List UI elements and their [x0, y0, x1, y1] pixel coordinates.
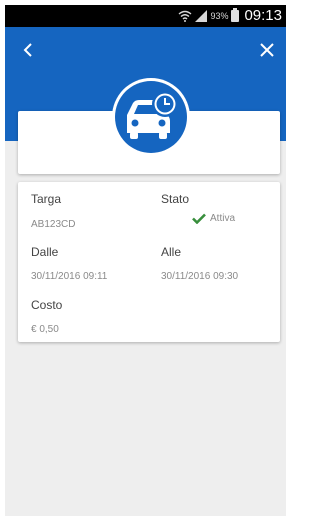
- from-value: 30/11/2016 09:11: [31, 271, 108, 282]
- battery-percent: 93%: [210, 10, 229, 21]
- chevron-left-icon: [23, 43, 32, 57]
- parking-details-card: Targa AB123CD Stato Attiva Dalle 30/11/2…: [18, 182, 280, 342]
- close-button[interactable]: [256, 39, 278, 61]
- cost-value: € 0,50: [31, 324, 59, 335]
- close-icon: [260, 43, 274, 57]
- clock: 09:13: [244, 7, 282, 24]
- car-badge-circle: [115, 81, 187, 153]
- to-value: 30/11/2016 09:30: [161, 271, 239, 282]
- to-label: Alle: [161, 245, 182, 259]
- state-status: Attiva: [192, 213, 235, 224]
- cost-label: Costo: [31, 298, 63, 312]
- plate-value: AB123CD: [31, 219, 76, 230]
- check-icon: [192, 213, 206, 224]
- state-value: Attiva: [210, 213, 236, 224]
- back-button[interactable]: [17, 39, 39, 61]
- signal-icon: [195, 9, 208, 22]
- status-bar: 93% 09:13: [5, 5, 286, 27]
- state-label: Stato: [161, 192, 190, 206]
- car-badge: [112, 78, 190, 156]
- screen: 93% 09:13 Targa AB123CD Stato Attiva Dal…: [5, 5, 286, 516]
- status-indicators: 93% 09:13: [178, 7, 282, 24]
- car-clock-icon: [127, 91, 178, 139]
- wifi-icon: [178, 10, 192, 22]
- from-label: Dalle: [31, 245, 59, 259]
- battery-icon: [231, 7, 240, 22]
- plate-label: Targa: [31, 192, 62, 206]
